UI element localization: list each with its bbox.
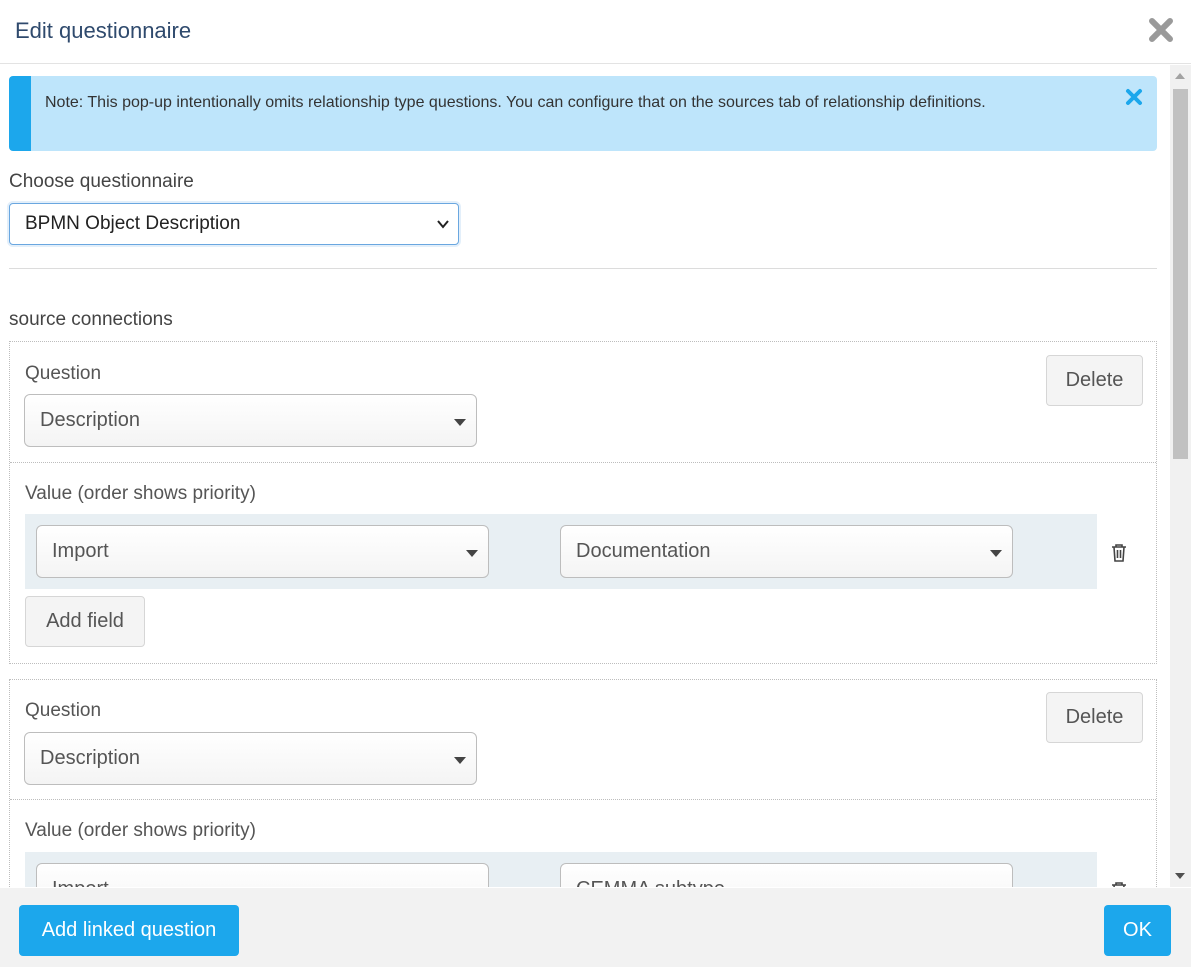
- dialog-body: Note: This pop-up intentionally omits re…: [0, 65, 1170, 887]
- linked-question-block: Question Description Delete Value (order…: [9, 679, 1157, 887]
- caret-down-icon: [990, 550, 1002, 557]
- close-icon[interactable]: [1147, 16, 1175, 44]
- value-label: Value (order shows priority): [25, 483, 256, 504]
- value-field-row: Import CEMMA subtype: [25, 852, 1097, 887]
- trash-icon[interactable]: [1110, 543, 1128, 563]
- value-label: Value (order shows priority): [25, 820, 256, 841]
- info-note: Note: This pop-up intentionally omits re…: [9, 76, 1157, 151]
- question-select[interactable]: Description: [24, 732, 477, 785]
- field-select-value: CEMMA subtype: [576, 878, 725, 887]
- dialog-title: Edit questionnaire: [15, 18, 192, 43]
- scroll-up-icon[interactable]: [1175, 73, 1185, 79]
- field-select[interactable]: CEMMA subtype: [560, 863, 1013, 887]
- questionnaire-select[interactable]: BPMN Object Description: [9, 203, 459, 245]
- scroll-down-icon[interactable]: [1175, 873, 1185, 879]
- caret-down-icon: [454, 419, 466, 426]
- add-field-button[interactable]: Add field: [25, 596, 145, 647]
- source-select-value: Import: [52, 540, 109, 562]
- trash-icon[interactable]: [1110, 881, 1128, 887]
- add-linked-question-button[interactable]: Add linked question: [19, 905, 239, 956]
- note-text: Note: This pop-up intentionally omits re…: [45, 94, 986, 111]
- chevron-down-icon: [437, 220, 449, 229]
- caret-down-icon: [466, 550, 478, 557]
- field-select[interactable]: Documentation: [560, 525, 1013, 578]
- question-select[interactable]: Description: [24, 394, 477, 447]
- block-divider: [10, 799, 1156, 800]
- question-label: Question: [25, 700, 102, 721]
- delete-button[interactable]: Delete: [1046, 692, 1143, 743]
- divider: [9, 268, 1157, 269]
- scrollbar-thumb[interactable]: [1173, 89, 1188, 459]
- section-title: source connections: [9, 309, 173, 330]
- choose-questionnaire-label: Choose questionnaire: [9, 171, 194, 192]
- question-select-value: Description: [40, 747, 141, 769]
- scrollbar[interactable]: [1170, 65, 1191, 887]
- caret-down-icon: [454, 757, 466, 764]
- note-close-icon[interactable]: [1125, 88, 1143, 106]
- dialog-footer: Add linked question OK: [0, 888, 1191, 967]
- ok-button[interactable]: OK: [1104, 905, 1171, 956]
- question-select-value: Description: [40, 409, 141, 431]
- value-field-row: Import Documentation: [25, 514, 1097, 589]
- block-divider: [10, 462, 1156, 463]
- questionnaire-select-value: BPMN Object Description: [25, 213, 241, 234]
- source-select-value: Import: [52, 878, 109, 887]
- source-select[interactable]: Import: [36, 863, 489, 887]
- dialog-header: Edit questionnaire: [0, 0, 1191, 64]
- field-select-value: Documentation: [576, 540, 711, 562]
- question-label: Question: [25, 363, 102, 384]
- source-select[interactable]: Import: [36, 525, 489, 578]
- linked-question-block: Question Description Delete Value (order…: [9, 341, 1157, 664]
- delete-button[interactable]: Delete: [1046, 355, 1143, 406]
